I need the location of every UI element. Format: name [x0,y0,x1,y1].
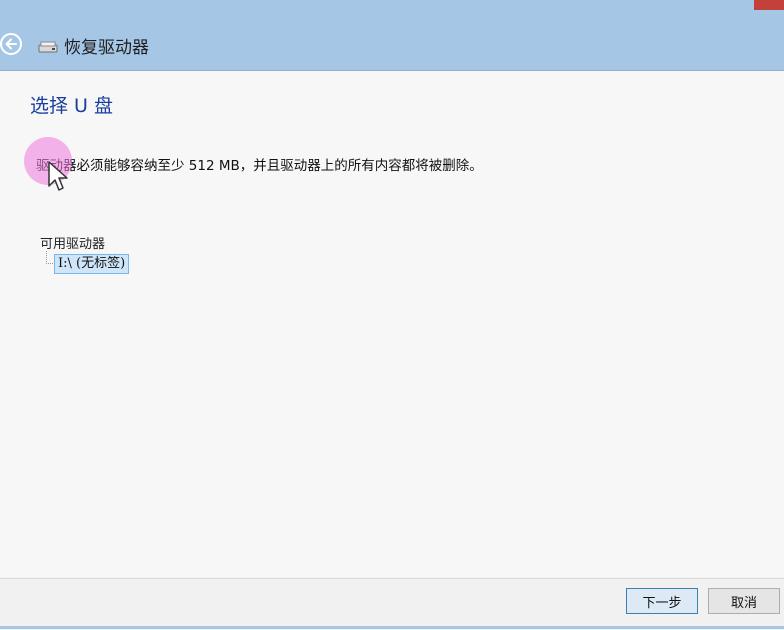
next-button[interactable]: 下一步 [626,588,698,614]
description-text: 驱动器必须能够容纳至少 512 MB，并且驱动器上的所有内容都将被删除。 [36,158,483,174]
drive-list-item[interactable]: I:\ (无标签) [54,254,130,274]
wizard-footer: 下一步 取消 [0,578,784,630]
drive-icon [38,41,58,53]
wizard-content: 选择 U 盘 驱动器必须能够容纳至少 512 MB，并且驱动器上的所有内容都将被… [0,71,784,577]
back-arrow-icon [5,38,17,50]
available-drives-label: 可用驱动器 [40,237,106,252]
cancel-button[interactable]: 取消 [708,588,780,614]
back-button[interactable] [0,33,22,55]
title-bar: 恢复驱动器 [0,0,784,71]
window-title: 恢复驱动器 [64,38,149,58]
page-title: 选择 U 盘 [30,95,113,117]
close-button[interactable] [754,0,784,10]
mouse-cursor-icon [48,161,68,191]
